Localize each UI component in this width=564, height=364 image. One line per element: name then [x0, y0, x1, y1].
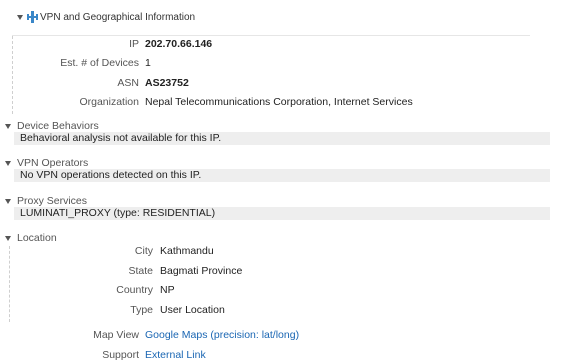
network-icon [27, 11, 38, 23]
panel-title: VPN and Geographical Information [40, 12, 196, 23]
vpn-operators-title[interactable]: VPN Operators [17, 157, 88, 169]
support-label: Support [102, 349, 139, 361]
header-divider [12, 35, 530, 36]
panel-tree-line [12, 36, 13, 114]
organization-value: Nepal Telecommunications Corporation, In… [145, 96, 413, 108]
devices-value: 1 [145, 57, 151, 69]
asn-label: ASN [117, 77, 139, 89]
device-behaviors-caret-icon[interactable] [5, 124, 11, 129]
location-tree-line [9, 246, 10, 322]
map-view-label: Map View [93, 329, 139, 341]
city-label: City [134, 245, 153, 257]
proxy-services-caret-icon[interactable] [5, 199, 11, 204]
ip-value: 202.70.66.146 [145, 38, 213, 50]
state-value: Bagmati Province [160, 265, 243, 277]
type-value: User Location [160, 304, 225, 316]
city-value: Kathmandu [160, 245, 214, 257]
location-title[interactable]: Location [17, 232, 57, 244]
external-link[interactable]: External Link [145, 349, 206, 361]
device-behaviors-bar: Behavioral analysis not available for th… [14, 132, 550, 145]
devices-label: Est. # of Devices [60, 57, 139, 69]
collapse-caret-icon[interactable] [17, 15, 23, 20]
ip-label: IP [129, 38, 139, 50]
country-value: NP [160, 284, 175, 296]
proxy-services-title[interactable]: Proxy Services [17, 195, 87, 207]
asn-value: AS23752 [145, 77, 189, 89]
google-maps-link[interactable]: Google Maps (precision: lat/long) [145, 329, 299, 341]
vpn-operators-caret-icon[interactable] [5, 161, 11, 166]
location-caret-icon[interactable] [5, 236, 11, 241]
device-behaviors-text: Behavioral analysis not available for th… [20, 132, 222, 144]
state-label: State [128, 265, 153, 277]
device-behaviors-title[interactable]: Device Behaviors [17, 120, 99, 132]
type-label: Type [130, 304, 153, 316]
proxy-services-bar: LUMINATI_PROXY (type: RESIDENTIAL) [14, 207, 550, 220]
vpn-operators-bar: No VPN operations detected on this IP. [14, 169, 550, 182]
country-label: Country [116, 284, 153, 296]
proxy-services-text: LUMINATI_PROXY (type: RESIDENTIAL) [20, 207, 216, 219]
organization-label: Organization [79, 96, 139, 108]
vpn-operators-text: No VPN operations detected on this IP. [20, 169, 202, 181]
